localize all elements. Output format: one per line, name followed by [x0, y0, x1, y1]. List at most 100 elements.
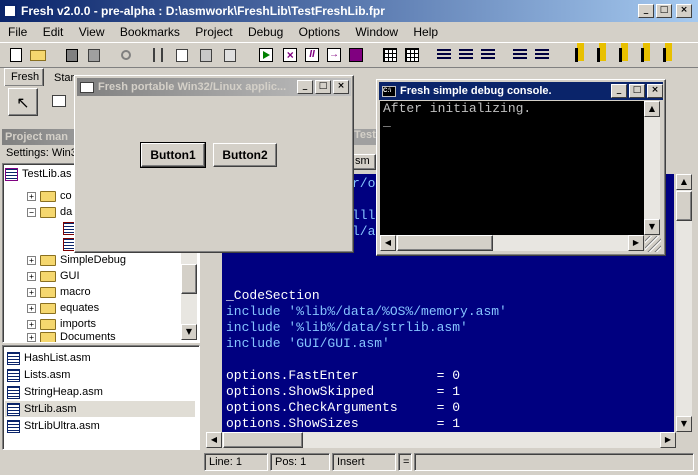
code-line: options.ShowSkipped = 1 — [226, 384, 461, 399]
gui-test-window: Fresh portable Win32/Linux applic... _ □… — [74, 75, 354, 253]
paste-icon[interactable] — [196, 45, 216, 65]
menu-file[interactable]: File — [8, 25, 27, 39]
pointer-tool[interactable]: ↖ — [8, 88, 38, 116]
open-folder-icon[interactable] — [28, 45, 48, 65]
close-button[interactable]: × — [676, 4, 692, 18]
tree-item-macro[interactable]: + macro — [27, 284, 91, 300]
indent-icon[interactable] — [434, 45, 454, 65]
status-pos: Pos: 1 — [270, 453, 330, 471]
tree-item-documents[interactable]: + Documents — [27, 332, 116, 342]
comment-icon[interactable] — [510, 45, 530, 65]
form-tool-icon[interactable] — [52, 95, 66, 107]
bookmark-list-icon[interactable] — [654, 45, 674, 65]
step-icon[interactable]: → — [324, 45, 344, 65]
menu-edit[interactable]: Edit — [43, 25, 64, 39]
tree-scroll-down[interactable]: ▼ — [181, 324, 197, 340]
bookmark-icon[interactable] — [566, 45, 586, 65]
menu-bookmarks[interactable]: Bookmarks — [120, 25, 180, 39]
file-item-stringheap[interactable]: StringHeap.asm — [7, 384, 103, 400]
console-scroll-down[interactable]: ▼ — [644, 219, 660, 235]
find-icon[interactable] — [220, 45, 240, 65]
tree-item-da[interactable]: − da — [27, 204, 72, 220]
copy-icon[interactable] — [172, 45, 192, 65]
editor-vscroll-thumb[interactable] — [676, 191, 692, 221]
menu-project[interactable]: Project — [195, 25, 232, 39]
tree-item-co[interactable]: + co — [27, 188, 72, 204]
file-item-strlib[interactable]: StrLib.asm — [5, 401, 195, 417]
editor-scroll-up[interactable]: ▲ — [676, 174, 692, 190]
resize-grip-icon[interactable] — [645, 236, 661, 252]
tree-item-equates[interactable]: + equates — [27, 300, 99, 316]
file-item-strlibultra[interactable]: StrLibUltra.asm — [7, 418, 100, 434]
code-partial-0: r/o — [352, 176, 376, 191]
tab-fresh[interactable]: Fresh — [4, 68, 44, 86]
menu-options[interactable]: Options — [299, 25, 340, 39]
grid-icon[interactable] — [380, 45, 400, 65]
tree-item-imports[interactable]: + imports — [27, 316, 96, 332]
status-line: Line: 1 — [204, 453, 268, 471]
editor-scroll-right[interactable]: ▶ — [660, 432, 676, 448]
file-item-lists[interactable]: Lists.asm — [7, 367, 70, 383]
console-text: After initializing. — [383, 101, 532, 116]
menu-debug[interactable]: Debug — [248, 25, 283, 39]
console-vscrollbar[interactable]: ▲ ▼ — [644, 101, 660, 235]
gui-maximize-button[interactable]: □ — [315, 80, 331, 94]
toolbar: × II → — [0, 42, 698, 68]
main-title-bar[interactable]: Fresh v2.0.0 - pre-alpha : D:\asmwork\Fr… — [0, 0, 698, 22]
menu-view[interactable]: View — [79, 25, 105, 39]
tree-root[interactable]: TestLib.as — [5, 166, 72, 182]
bookmark-next-icon[interactable] — [588, 45, 608, 65]
app-icon — [3, 4, 17, 18]
minimize-button[interactable]: _ — [638, 4, 654, 18]
console-hscrollbar[interactable]: ◀ ▶ — [380, 235, 644, 251]
editor-hscroll-thumb[interactable] — [223, 432, 303, 448]
tree-item-simpledebug[interactable]: + SimpleDebug — [27, 252, 126, 268]
code-lines: _CodeSection include '%lib%/data/%OS%/me… — [222, 288, 674, 432]
tree-scroll-thumb[interactable] — [181, 264, 197, 294]
console-icon: C:\ — [382, 85, 396, 97]
file-item-hashlist[interactable]: HashList.asm — [7, 350, 91, 366]
console-maximize-button[interactable]: □ — [629, 84, 645, 98]
editor-scroll-left[interactable]: ◀ — [206, 432, 222, 448]
menu-help[interactable]: Help — [413, 25, 438, 39]
maximize-button[interactable]: □ — [656, 4, 672, 18]
menu-window[interactable]: Window — [355, 25, 398, 39]
save-all-icon[interactable] — [84, 45, 104, 65]
console-title-bar[interactable]: C:\ Fresh simple debug console. _ □ × — [379, 82, 663, 100]
gui-close-button[interactable]: × — [333, 80, 349, 94]
editor-file-tab[interactable]: sm — [352, 154, 376, 170]
code-line: include '%lib%/data/%OS%/memory.asm' — [226, 304, 507, 319]
console-scroll-right[interactable]: ▶ — [628, 235, 644, 251]
button2[interactable]: Button2 — [213, 143, 277, 167]
editor-scroll-down[interactable]: ▼ — [676, 416, 692, 432]
stop-icon[interactable]: × — [280, 45, 300, 65]
gui-minimize-button[interactable]: _ — [297, 80, 313, 94]
run-icon[interactable] — [256, 45, 276, 65]
console-minimize-button[interactable]: _ — [611, 84, 627, 98]
console-hscroll-thumb[interactable] — [397, 235, 493, 251]
console-output[interactable]: After initializing. _ — [380, 101, 644, 235]
console-scroll-left[interactable]: ◀ — [380, 235, 396, 251]
editor-vscrollbar[interactable]: ▲ ▼ — [676, 174, 692, 432]
pause-icon[interactable]: II — [302, 45, 322, 65]
grid-alt-icon[interactable] — [402, 45, 422, 65]
uncomment-icon[interactable] — [532, 45, 552, 65]
align-icon[interactable] — [478, 45, 498, 65]
bookmark-prev-icon[interactable] — [610, 45, 630, 65]
gui-window-title-bar[interactable]: Fresh portable Win32/Linux applic... _ □… — [77, 78, 351, 96]
bookmark-clear-icon[interactable] — [632, 45, 652, 65]
status-mode: Insert — [332, 453, 396, 471]
undo-icon[interactable] — [116, 45, 136, 65]
debug-console-window: C:\ Fresh simple debug console. _ □ × Af… — [376, 79, 666, 256]
debug-icon[interactable] — [346, 45, 366, 65]
tree-item-gui[interactable]: + GUI — [27, 268, 80, 284]
console-scroll-up[interactable]: ▲ — [644, 101, 660, 117]
button1[interactable]: Button1 — [140, 142, 206, 168]
console-close-button[interactable]: × — [647, 84, 663, 98]
outdent-icon[interactable] — [456, 45, 476, 65]
console-cursor: _ — [383, 114, 391, 129]
editor-hscrollbar[interactable]: ◀ ▶ — [206, 432, 676, 448]
cut-icon[interactable] — [148, 45, 168, 65]
new-file-icon[interactable] — [6, 45, 26, 65]
save-icon[interactable] — [62, 45, 82, 65]
